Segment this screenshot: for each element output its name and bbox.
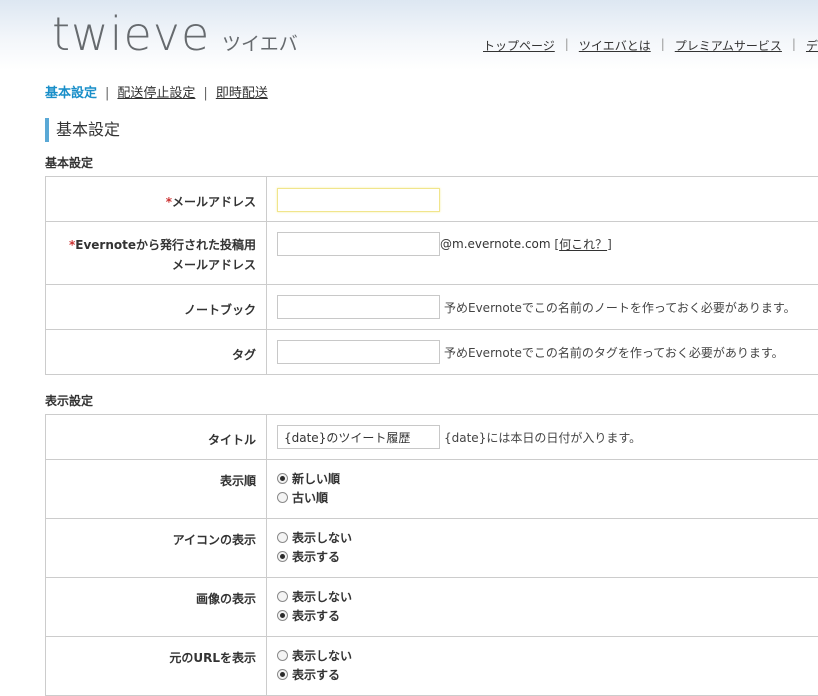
evernote-domain: @m.evernote.com [440, 237, 551, 251]
section-label-basic: 基本設定 [45, 154, 93, 171]
help-close-bracket: ] [607, 238, 612, 252]
section-label-display: 表示設定 [45, 392, 93, 409]
order-option-newest[interactable]: 新しい順 [277, 470, 818, 489]
row-url: 元のURLを表示 表示しない 表示する [46, 637, 818, 696]
nav-separator: | [792, 37, 796, 51]
icon-option-hide[interactable]: 表示しない [277, 529, 818, 548]
image-option-hide-label: 表示しない [292, 590, 352, 604]
row-notebook: ノートブック 予めEvernoteでこの名前のノートを作っておく必要があります。 [46, 285, 818, 330]
url-value-cell: 表示しない 表示する [267, 637, 818, 696]
image-radio-show[interactable] [277, 610, 288, 621]
evernote-email-input[interactable] [277, 232, 440, 256]
url-radio-hide[interactable] [277, 650, 288, 661]
order-value-cell: 新しい順 古い順 [267, 460, 818, 519]
logo-subtitle: ツイエバ [222, 32, 298, 56]
display-settings-table: タイトル {date}には本日の日付が入ります。 表示順 新しい順 古い順 アイ… [45, 414, 818, 696]
settings-subnav: 基本設定 | 配送停止設定 | 即時配送 [45, 82, 268, 101]
notebook-value-cell: 予めEvernoteでこの名前のノートを作っておく必要があります。 [267, 285, 818, 330]
icon-display-label: アイコンの表示 [173, 533, 256, 547]
nav-separator: | [661, 37, 665, 51]
email-label: メールアドレス [172, 195, 256, 209]
order-radio-newest[interactable] [277, 473, 288, 484]
url-option-hide-label: 表示しない [292, 649, 352, 663]
icon-option-show[interactable]: 表示する [277, 548, 818, 567]
url-option-show-label: 表示する [292, 668, 340, 682]
notebook-hint: 予めEvernoteでこの名前のノートを作っておく必要があります。 [444, 301, 796, 315]
row-tag: タグ 予めEvernoteでこの名前のタグを作っておく必要があります。 [46, 330, 818, 375]
title-label-cell: タイトル [46, 415, 267, 460]
image-label-cell: 画像の表示 [46, 578, 267, 637]
title-input[interactable] [277, 425, 440, 449]
image-display-label: 画像の表示 [196, 592, 256, 606]
subnav-separator: | [105, 86, 109, 101]
icon-radio-hide[interactable] [277, 532, 288, 543]
subnav-instant-delivery[interactable]: 即時配送 [216, 86, 268, 101]
subnav-basic-settings: 基本設定 [45, 86, 97, 101]
tag-value-cell: 予めEvernoteでこの名前のタグを作っておく必要があります。 [267, 330, 818, 375]
url-radio-show[interactable] [277, 669, 288, 680]
url-display-label: 元のURLを表示 [169, 651, 256, 665]
url-option-show[interactable]: 表示する [277, 666, 818, 685]
row-icon: アイコンの表示 表示しない 表示する [46, 519, 818, 578]
image-radio-hide[interactable] [277, 591, 288, 602]
order-label-cell: 表示順 [46, 460, 267, 519]
logo[interactable]: twieve [52, 4, 210, 64]
nav-separator: | [565, 37, 569, 51]
notebook-label: ノートブック [184, 303, 256, 317]
title-label: タイトル [208, 433, 256, 447]
help-wrapper: [何これ？] [554, 238, 611, 252]
row-order: 表示順 新しい順 古い順 [46, 460, 818, 519]
icon-radio-show[interactable] [277, 551, 288, 562]
subnav-stop-delivery[interactable]: 配送停止設定 [117, 86, 195, 101]
icon-option-show-label: 表示する [292, 550, 340, 564]
tag-input[interactable] [277, 340, 440, 364]
nav-premium[interactable]: プレミアムサービス [675, 37, 782, 54]
row-title: タイトル {date}には本日の日付が入ります。 [46, 415, 818, 460]
notebook-input[interactable] [277, 295, 440, 319]
tag-hint: 予めEvernoteでこの名前のタグを作っておく必要があります。 [444, 346, 784, 360]
evernote-label-cell: *Evernoteから発行された投稿用メールアドレス [46, 222, 267, 285]
order-label: 表示順 [220, 474, 256, 488]
icon-value-cell: 表示しない 表示する [267, 519, 818, 578]
top-navigation: トップページ | ツイエバとは | プレミアムサービス | デ [483, 37, 818, 55]
image-option-show-label: 表示する [292, 609, 340, 623]
title-value-cell: {date}には本日の日付が入ります。 [267, 415, 818, 460]
email-value-cell [267, 177, 818, 222]
order-option-oldest-label: 古い順 [292, 491, 328, 505]
tag-label-cell: タグ [46, 330, 267, 375]
order-option-oldest[interactable]: 古い順 [277, 489, 818, 508]
evernote-label-line2: メールアドレス [172, 258, 256, 272]
page-title: 基本設定 [45, 118, 120, 142]
icon-option-hide-label: 表示しない [292, 531, 352, 545]
url-label-cell: 元のURLを表示 [46, 637, 267, 696]
row-email: *メールアドレス [46, 177, 818, 222]
nav-top-page[interactable]: トップページ [483, 37, 555, 54]
image-option-hide[interactable]: 表示しない [277, 588, 818, 607]
subnav-separator: | [203, 86, 207, 101]
order-radio-oldest[interactable] [277, 492, 288, 503]
row-evernote-email: *Evernoteから発行された投稿用メールアドレス @m.evernote.c… [46, 222, 818, 285]
evernote-label-line1: Evernoteから発行された投稿用 [75, 238, 256, 252]
title-hint: {date}には本日の日付が入ります。 [444, 431, 641, 445]
tag-label: タグ [232, 348, 256, 362]
image-option-show[interactable]: 表示する [277, 607, 818, 626]
row-image: 画像の表示 表示しない 表示する [46, 578, 818, 637]
image-value-cell: 表示しない 表示する [267, 578, 818, 637]
icon-label-cell: アイコンの表示 [46, 519, 267, 578]
email-label-cell: *メールアドレス [46, 177, 267, 222]
nav-about[interactable]: ツイエバとは [579, 37, 651, 54]
email-input[interactable] [277, 188, 440, 212]
url-option-hide[interactable]: 表示しない [277, 647, 818, 666]
notebook-label-cell: ノートブック [46, 285, 267, 330]
help-link[interactable]: 何これ？ [559, 238, 607, 252]
nav-truncated[interactable]: デ [806, 37, 818, 54]
order-option-newest-label: 新しい順 [292, 472, 340, 486]
basic-settings-table: *メールアドレス *Evernoteから発行された投稿用メールアドレス @m.e… [45, 176, 818, 375]
evernote-value-cell: @m.evernote.com [何これ？] [267, 222, 818, 285]
